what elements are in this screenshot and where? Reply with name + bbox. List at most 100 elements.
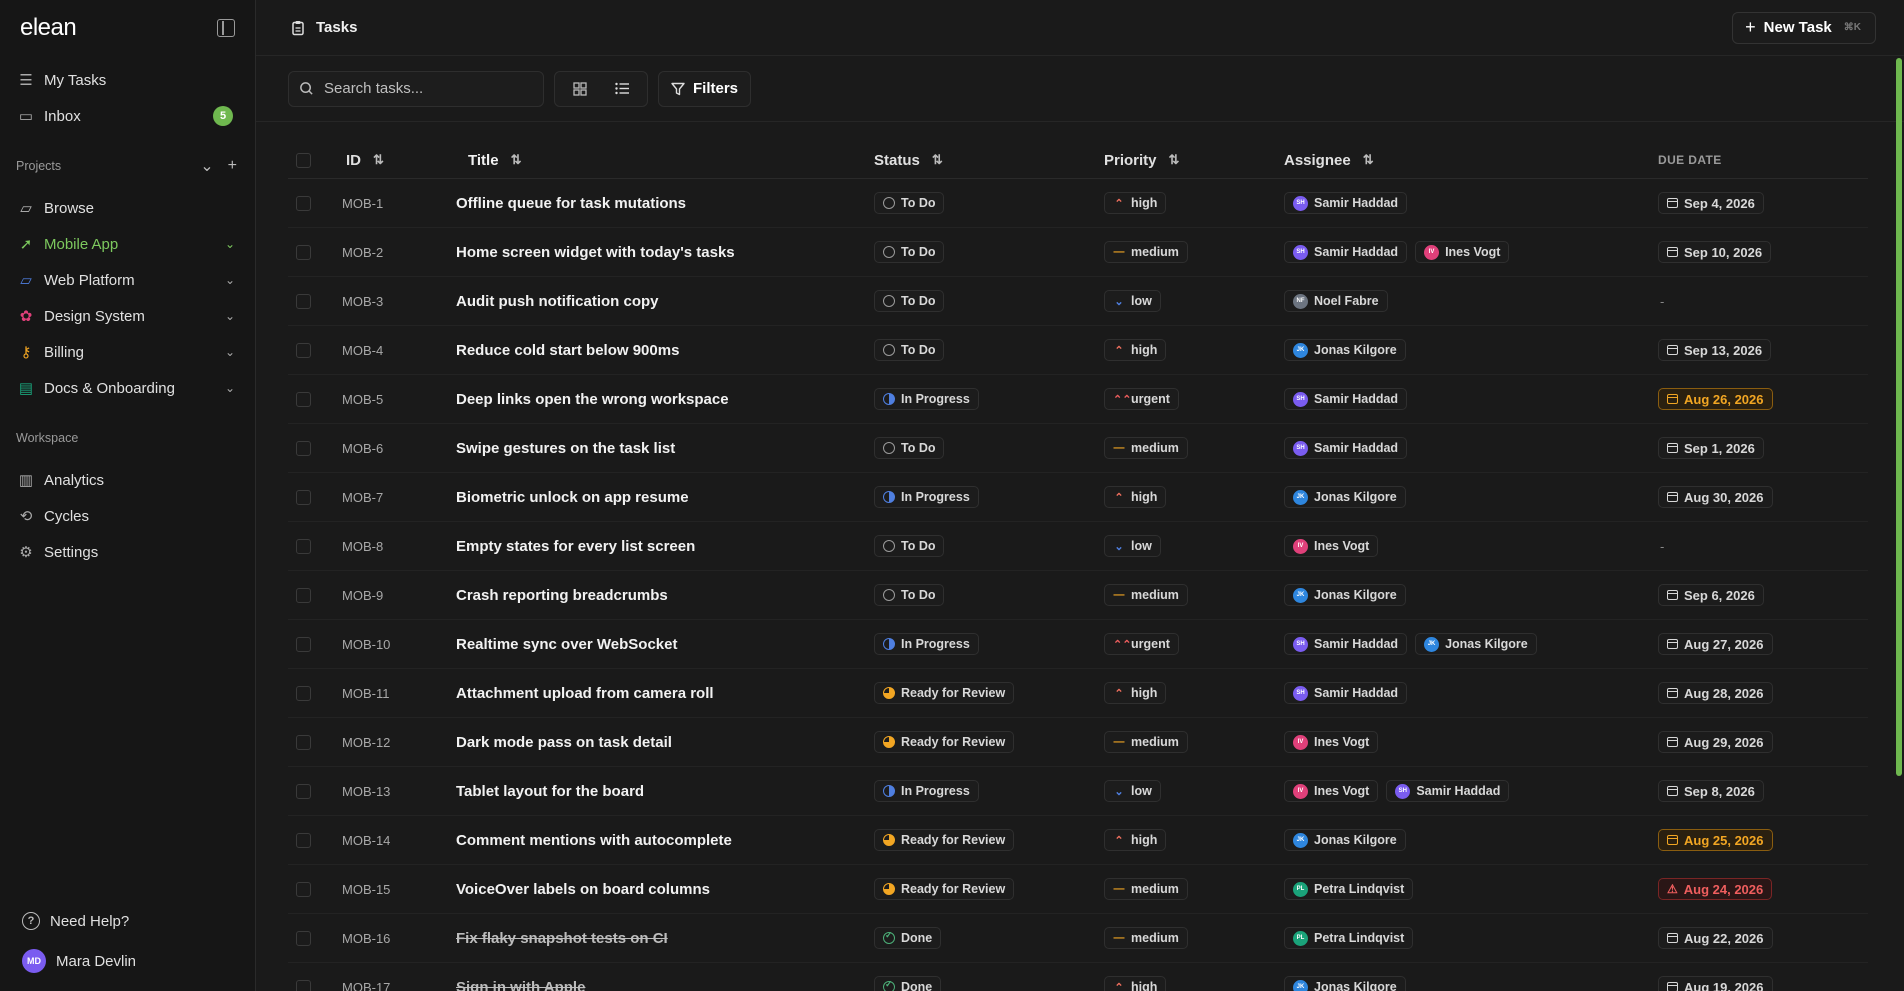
row-checkbox[interactable] <box>296 930 311 946</box>
sidebar-item-cycles[interactable]: ⟲ Cycles <box>8 498 247 534</box>
col-due-date[interactable]: DUE DATE <box>1658 153 1868 167</box>
priority-badge[interactable]: ⌄ low <box>1104 290 1161 312</box>
due-date-badge[interactable]: Sep 1, 2026 <box>1658 437 1764 459</box>
row-checkbox[interactable] <box>296 881 311 897</box>
list-view-icon[interactable] <box>601 75 643 103</box>
row-checkbox[interactable] <box>296 489 311 505</box>
priority-badge[interactable]: — medium <box>1104 584 1188 606</box>
col-assignee[interactable]: Assignee ⇅ <box>1284 152 1658 169</box>
status-badge[interactable]: Ready for Review <box>874 829 1015 851</box>
priority-badge[interactable]: ⌃ high <box>1104 976 1167 991</box>
status-badge[interactable]: In Progress <box>874 633 979 655</box>
priority-badge[interactable]: — medium <box>1104 241 1188 263</box>
table-row[interactable]: MOB-16 Fix flaky snapshot tests on CI Done… <box>288 914 1868 963</box>
assignee-chip[interactable]: SH Samir Haddad <box>1284 192 1408 214</box>
row-checkbox[interactable] <box>296 391 311 407</box>
table-row[interactable]: MOB-6 Swipe gestures on the task list To D… <box>288 424 1868 473</box>
col-status[interactable]: Status ⇅ <box>874 152 1104 169</box>
table-row[interactable]: MOB-8 Empty states for every list screen T… <box>288 522 1868 571</box>
sidebar-item-analytics[interactable]: ▥ Analytics <box>8 462 247 498</box>
help-link[interactable]: ? Need Help? <box>14 901 241 941</box>
task-title[interactable]: Tablet layout for the board <box>456 783 874 800</box>
due-date-badge[interactable]: Aug 25, 2026 <box>1658 829 1773 851</box>
status-badge[interactable]: To Do <box>874 241 945 263</box>
sidebar-item-docs-onboarding[interactable]: ▤ Docs & Onboarding ⌄ <box>8 370 247 406</box>
priority-badge[interactable]: ⌃⌃ urgent <box>1104 388 1179 410</box>
status-badge[interactable]: Ready for Review <box>874 682 1015 704</box>
task-title[interactable]: Attachment upload from camera roll <box>456 685 874 702</box>
status-badge[interactable]: In Progress <box>874 486 979 508</box>
priority-badge[interactable]: — medium <box>1104 878 1188 900</box>
status-badge[interactable]: To Do <box>874 535 945 557</box>
chevron-down-icon[interactable]: ⌄ <box>200 156 213 176</box>
assignee-chip[interactable]: IV Ines Vogt <box>1415 241 1510 263</box>
row-checkbox[interactable] <box>296 538 311 554</box>
due-date-badge[interactable]: Aug 28, 2026 <box>1658 682 1773 704</box>
task-title[interactable]: Dark mode pass on task detail <box>456 734 874 751</box>
assignee-chip[interactable]: PL Petra Lindqvist <box>1284 927 1414 949</box>
table-row[interactable]: MOB-10 Realtime sync over WebSocket In Pro… <box>288 620 1868 669</box>
due-date-badge[interactable]: Aug 27, 2026 <box>1658 633 1773 655</box>
table-row[interactable]: MOB-9 Crash reporting breadcrumbs To Do — me… <box>288 571 1868 620</box>
row-checkbox[interactable] <box>296 293 311 309</box>
sidebar-item-settings[interactable]: ⚙ Settings <box>8 534 247 570</box>
status-badge[interactable]: Done <box>874 976 942 991</box>
assignee-chip[interactable]: JK Jonas Kilgore <box>1415 633 1537 655</box>
status-badge[interactable]: To Do <box>874 437 945 459</box>
priority-badge[interactable]: ⌃ high <box>1104 486 1167 508</box>
row-checkbox[interactable] <box>296 734 311 750</box>
sidebar-item-design-system[interactable]: ✿ Design System ⌄ <box>8 298 247 334</box>
assignee-chip[interactable]: JK Jonas Kilgore <box>1284 339 1406 361</box>
chevron-down-icon[interactable]: ⌄ <box>225 381 235 395</box>
table-row[interactable]: MOB-14 Comment mentions with autocomplete… <box>288 816 1868 865</box>
due-date-badge[interactable]: Sep 4, 2026 <box>1658 192 1764 214</box>
priority-badge[interactable]: ⌄ low <box>1104 780 1161 802</box>
row-checkbox[interactable] <box>296 832 311 848</box>
due-date-badge[interactable]: Sep 13, 2026 <box>1658 339 1772 361</box>
due-date-badge[interactable]: Sep 10, 2026 <box>1658 241 1772 263</box>
row-checkbox[interactable] <box>296 195 311 211</box>
sidebar-item-inbox[interactable]: ▭ Inbox 5 <box>8 98 247 134</box>
priority-badge[interactable]: ⌃ high <box>1104 192 1167 214</box>
table-row[interactable]: MOB-1 Offline queue for task mutations To … <box>288 179 1868 228</box>
search-input[interactable] <box>324 80 524 97</box>
select-all-checkbox[interactable] <box>296 152 311 168</box>
task-title[interactable]: Biometric unlock on app resume <box>456 489 874 506</box>
assignee-chip[interactable]: SH Samir Haddad <box>1284 241 1408 263</box>
due-date-badge[interactable]: Aug 26, 2026 <box>1658 388 1773 410</box>
assignee-chip[interactable]: NF Noel Fabre <box>1284 290 1388 312</box>
table-row[interactable]: MOB-4 Reduce cold start below 900ms To Do ⌃… <box>288 326 1868 375</box>
table-row[interactable]: MOB-11 Attachment upload from camera roll… <box>288 669 1868 718</box>
sidebar-item-billing[interactable]: ⚷ Billing ⌄ <box>8 334 247 370</box>
sidebar-toggle-icon[interactable] <box>217 19 235 37</box>
assignee-chip[interactable]: JK Jonas Kilgore <box>1284 976 1406 991</box>
due-date-badge[interactable]: ⚠ Aug 24, 2026 <box>1658 878 1773 900</box>
row-checkbox[interactable] <box>296 979 311 991</box>
status-badge[interactable]: To Do <box>874 339 945 361</box>
priority-badge[interactable]: ⌃ high <box>1104 339 1167 361</box>
assignee-chip[interactable]: PL Petra Lindqvist <box>1284 878 1414 900</box>
assignee-chip[interactable]: SH Samir Haddad <box>1386 780 1510 802</box>
priority-badge[interactable]: ⌄ low <box>1104 535 1161 557</box>
priority-badge[interactable]: — medium <box>1104 731 1188 753</box>
chevron-down-icon[interactable]: ⌄ <box>225 273 235 287</box>
priority-badge[interactable]: ⌃⌃ urgent <box>1104 633 1179 655</box>
assignee-chip[interactable]: IV Ines Vogt <box>1284 780 1379 802</box>
status-badge[interactable]: In Progress <box>874 780 979 802</box>
task-title[interactable]: Audit push notification copy <box>456 293 874 310</box>
due-date-badge[interactable]: Aug 30, 2026 <box>1658 486 1773 508</box>
sidebar-item-my-tasks[interactable]: ☰ My Tasks <box>8 62 247 98</box>
task-title[interactable]: Fix flaky snapshot tests on CI <box>456 930 874 947</box>
sidebar-item-browse[interactable]: ▱ Browse <box>8 190 247 226</box>
priority-badge[interactable]: — medium <box>1104 437 1188 459</box>
due-date-badge[interactable]: Aug 22, 2026 <box>1658 927 1773 949</box>
row-checkbox[interactable] <box>296 783 311 799</box>
row-checkbox[interactable] <box>296 587 311 603</box>
due-date-badge[interactable]: Aug 29, 2026 <box>1658 731 1773 753</box>
assignee-chip[interactable]: SH Samir Haddad <box>1284 633 1408 655</box>
task-title[interactable]: Sign in with Apple <box>456 979 874 991</box>
status-badge[interactable]: To Do <box>874 584 945 606</box>
assignee-chip[interactable]: SH Samir Haddad <box>1284 388 1408 410</box>
table-row[interactable]: MOB-2 Home screen widget with today's tas… <box>288 228 1868 277</box>
assignee-chip[interactable]: SH Samir Haddad <box>1284 682 1408 704</box>
